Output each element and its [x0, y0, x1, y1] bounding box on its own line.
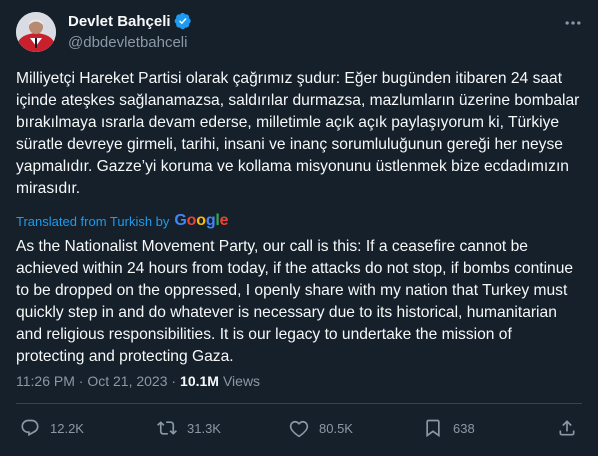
verified-badge-icon	[174, 12, 192, 30]
retweet-button[interactable]: 31.3K	[157, 418, 221, 438]
author-handle[interactable]: @dbdevletbahceli	[68, 34, 187, 51]
share-icon	[559, 420, 575, 436]
author-display-name[interactable]: Devlet Bahçeli	[68, 13, 171, 30]
bookmark-icon	[426, 419, 440, 438]
timestamp[interactable]: 11:26 PM · Oct 21, 2023 ·	[16, 373, 176, 389]
reply-count: 12.2K	[50, 420, 84, 436]
reply-icon	[21, 419, 39, 437]
divider	[16, 403, 582, 404]
views-count: 10.1M	[180, 373, 219, 389]
reply-button[interactable]: 12.2K	[20, 418, 84, 438]
bookmark-count: 638	[453, 420, 475, 436]
action-bar: 12.2K 31.3K 80.5K 638	[16, 418, 582, 446]
views-label: Views	[222, 373, 261, 389]
retweet-icon	[157, 421, 177, 435]
retweet-count: 31.3K	[187, 420, 221, 436]
bookmark-button[interactable]: 638	[423, 418, 475, 438]
like-icon	[289, 420, 309, 438]
tweet-meta: 11:26 PM · Oct 21, 2023 · 10.1M Views	[16, 373, 260, 389]
more-options-button[interactable]	[560, 10, 586, 36]
translated-text: As the Nationalist Movement Party, our c…	[16, 238, 574, 365]
more-icon	[565, 21, 581, 25]
avatar[interactable]	[16, 12, 56, 52]
tweet: Devlet Bahçeli @dbdevletbahceli Milliyet…	[0, 0, 598, 456]
translated-label: Translated from Turkish by	[16, 213, 170, 229]
like-button[interactable]: 80.5K	[289, 418, 353, 438]
author-name-row: Devlet Bahçeli	[68, 12, 192, 30]
tweet-text: Milliyetçi Hareket Partisi olarak çağrım…	[16, 70, 580, 197]
google-logo: Google	[174, 212, 229, 229]
like-count: 80.5K	[319, 420, 353, 436]
translation-attribution[interactable]: Translated from Turkish by Google	[16, 212, 229, 230]
share-button[interactable]	[557, 418, 577, 438]
